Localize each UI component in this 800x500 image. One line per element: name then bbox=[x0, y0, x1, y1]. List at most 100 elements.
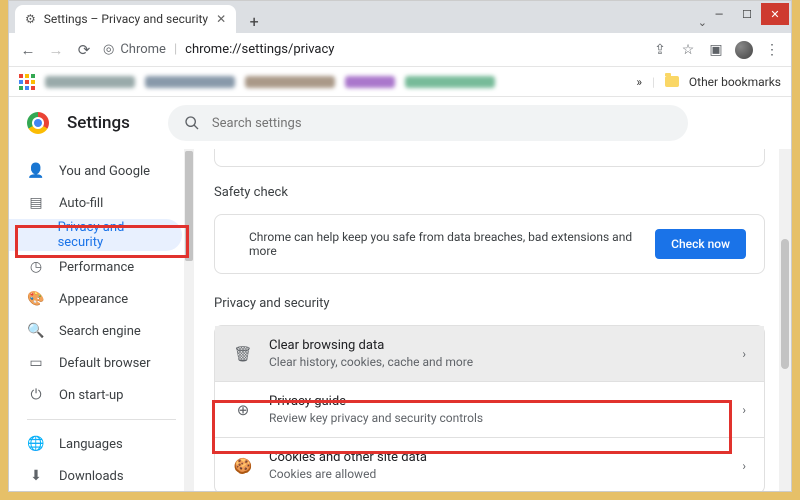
chevron-right-icon: › bbox=[742, 403, 746, 417]
close-window-button[interactable]: ✕ bbox=[761, 3, 789, 25]
trash-icon: 🗑 bbox=[233, 345, 253, 363]
card-partial bbox=[214, 149, 765, 167]
palette-icon: 🎨 bbox=[27, 291, 45, 307]
url-text: chrome://settings/privacy bbox=[185, 42, 334, 57]
settings-body: 👤 You and Google ▤ Auto-fill Privacy and… bbox=[9, 149, 791, 491]
gear-icon: ⚙ bbox=[25, 12, 36, 26]
bookmarks-bar: » | Other bookmarks bbox=[9, 67, 791, 97]
row-title: Privacy guide bbox=[269, 394, 726, 409]
search-icon: 🔍 bbox=[27, 323, 45, 339]
privacy-list: 🗑 Clear browsing data Clear history, coo… bbox=[214, 325, 765, 491]
download-icon: ⬇ bbox=[27, 468, 45, 484]
row-title: Cookies and other site data bbox=[269, 450, 726, 465]
tab-settings[interactable]: ⚙ Settings – Privacy and security ✕ bbox=[15, 5, 236, 33]
sidebar-item-appearance[interactable]: 🎨 Appearance bbox=[9, 283, 182, 315]
extensions-icon[interactable]: ▣ bbox=[707, 42, 725, 58]
page-title: Settings bbox=[67, 113, 130, 133]
separator: | bbox=[174, 42, 177, 57]
row-cookies[interactable]: 🍪 Cookies and other site data Cookies ar… bbox=[215, 437, 764, 491]
settings-header: Settings bbox=[9, 97, 791, 149]
main-panel: Safety check Chrome can help keep you sa… bbox=[194, 149, 791, 491]
sidebar-item-you-and-google[interactable]: 👤 You and Google bbox=[9, 155, 182, 187]
bookmark-item[interactable] bbox=[345, 76, 395, 88]
sidebar-item-privacy-security[interactable]: Privacy and security bbox=[9, 219, 182, 251]
row-clear-browsing-data[interactable]: 🗑 Clear browsing data Clear history, coo… bbox=[215, 326, 764, 381]
apps-icon[interactable] bbox=[19, 74, 35, 90]
sidebar-item-label: Downloads bbox=[59, 469, 124, 484]
main-scrollbar[interactable] bbox=[779, 149, 791, 491]
cookie-icon: 🍪 bbox=[233, 457, 253, 475]
sidebar-item-performance[interactable]: ◷ Performance bbox=[9, 251, 182, 283]
settings-search[interactable] bbox=[168, 105, 688, 141]
row-title: Clear browsing data bbox=[269, 338, 726, 353]
share-icon[interactable]: ⇪ bbox=[651, 42, 669, 58]
chrome-logo-icon bbox=[27, 112, 49, 134]
profile-avatar[interactable] bbox=[735, 41, 753, 59]
url-box[interactable]: ◎ Chrome | chrome://settings/privacy bbox=[103, 42, 641, 57]
sidebar-item-label: Search engine bbox=[59, 324, 141, 339]
sidebar-item-label: On start-up bbox=[59, 388, 123, 403]
sidebar-item-label: Auto-fill bbox=[59, 196, 103, 211]
globe-icon: 🌐 bbox=[27, 436, 45, 452]
back-button[interactable]: ← bbox=[19, 41, 37, 59]
tab-title: Settings – Privacy and security bbox=[44, 12, 208, 26]
chrome-scheme-icon: ◎ bbox=[103, 42, 114, 57]
kebab-menu-icon[interactable]: ⋮ bbox=[763, 42, 781, 58]
person-icon: 👤 bbox=[27, 163, 45, 179]
sidebar-item-search-engine[interactable]: 🔍 Search engine bbox=[9, 315, 182, 347]
bookmark-overflow-icon[interactable]: » bbox=[636, 75, 642, 89]
bookmark-star-icon[interactable]: ☆ bbox=[679, 42, 697, 58]
section-heading-privacy: Privacy and security bbox=[214, 296, 765, 311]
sidebar-item-label: You and Google bbox=[59, 164, 150, 179]
sidebar-item-label: Appearance bbox=[59, 292, 128, 307]
browser-icon: ▭ bbox=[27, 355, 45, 371]
new-tab-button[interactable]: + bbox=[242, 9, 266, 33]
row-subtitle: Cookies are allowed bbox=[269, 467, 726, 481]
bookmark-item[interactable] bbox=[405, 76, 495, 88]
chevron-right-icon: › bbox=[742, 347, 746, 361]
sidebar-item-languages[interactable]: 🌐 Languages bbox=[9, 428, 182, 460]
compass-icon: ⊕ bbox=[233, 401, 253, 419]
sidebar-item-label: Privacy and security bbox=[58, 220, 164, 250]
search-input[interactable] bbox=[212, 116, 672, 131]
sidebar-item-default-browser[interactable]: ▭ Default browser bbox=[9, 347, 182, 379]
sidebar-item-label: Languages bbox=[59, 437, 123, 452]
minimize-button[interactable]: — bbox=[705, 3, 733, 25]
autofill-icon: ▤ bbox=[27, 195, 45, 211]
search-icon bbox=[184, 115, 200, 131]
forward-button: → bbox=[47, 41, 65, 59]
other-bookmarks[interactable]: Other bookmarks bbox=[689, 75, 781, 89]
sidebar-item-startup[interactable]: ⏻ On start-up bbox=[9, 379, 182, 411]
sidebar-item-label: Default browser bbox=[59, 356, 151, 371]
browser-window: — ☐ ✕ ⚙ Settings – Privacy and security … bbox=[8, 0, 792, 492]
sidebar-divider bbox=[27, 419, 176, 420]
bookmark-item[interactable] bbox=[45, 76, 135, 88]
reload-button[interactable]: ⟳ bbox=[75, 41, 93, 59]
sidebar-item-autofill[interactable]: ▤ Auto-fill bbox=[9, 187, 182, 219]
bookmark-item[interactable] bbox=[145, 76, 235, 88]
sidebar-scrollbar[interactable] bbox=[184, 149, 194, 491]
speed-icon: ◷ bbox=[27, 259, 45, 275]
bookmark-item[interactable] bbox=[245, 76, 335, 88]
sidebar-item-downloads[interactable]: ⬇ Downloads bbox=[9, 460, 182, 491]
folder-icon bbox=[665, 76, 679, 87]
row-subtitle: Review key privacy and security controls bbox=[269, 411, 726, 425]
tab-close-icon[interactable]: ✕ bbox=[216, 12, 226, 26]
scrollbar-thumb[interactable] bbox=[185, 151, 193, 261]
sidebar-item-label: Performance bbox=[59, 260, 134, 275]
scheme-chip: ◎ Chrome bbox=[103, 42, 166, 57]
maximize-button[interactable]: ☐ bbox=[733, 3, 761, 25]
tab-strip: ⚙ Settings – Privacy and security ✕ + ⌄ bbox=[9, 1, 791, 33]
window-controls: — ☐ ✕ bbox=[705, 3, 789, 25]
section-heading-safety: Safety check bbox=[214, 185, 765, 200]
row-privacy-guide[interactable]: ⊕ Privacy guide Review key privacy and s… bbox=[215, 381, 764, 437]
row-subtitle: Clear history, cookies, cache and more bbox=[269, 355, 726, 369]
safety-text: Chrome can help keep you safe from data … bbox=[249, 230, 639, 258]
scrollbar-thumb[interactable] bbox=[781, 239, 789, 369]
power-icon: ⏻ bbox=[27, 387, 45, 403]
scheme-label: Chrome bbox=[120, 42, 166, 57]
sidebar: 👤 You and Google ▤ Auto-fill Privacy and… bbox=[9, 149, 194, 491]
safety-check-card: Chrome can help keep you safe from data … bbox=[214, 214, 765, 274]
chevron-right-icon: › bbox=[742, 459, 746, 473]
check-now-button[interactable]: Check now bbox=[655, 229, 746, 259]
